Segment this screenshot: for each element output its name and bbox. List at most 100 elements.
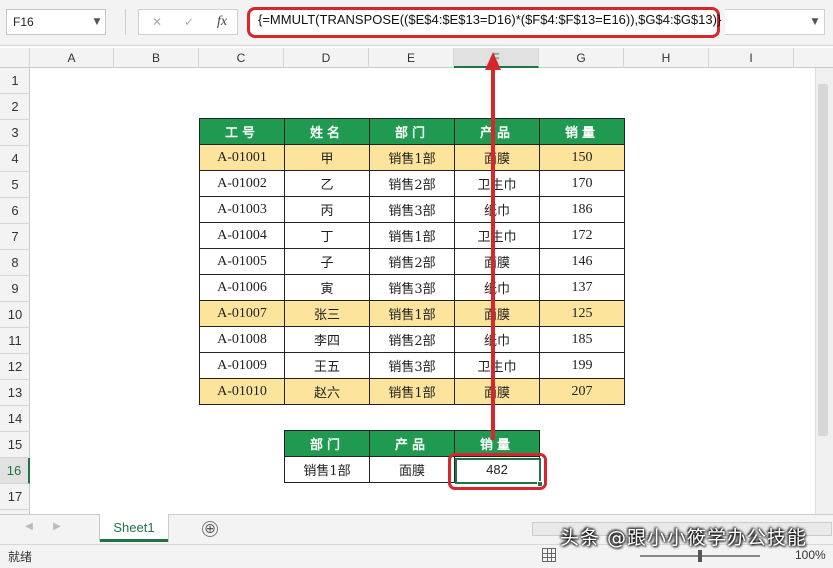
row-header-8[interactable]: 8 — [0, 250, 30, 276]
column-header-b[interactable]: B — [114, 48, 199, 68]
cell-dept[interactable]: 销售1部 — [369, 222, 455, 249]
scroll-tabs-right-icon[interactable]: ▶ — [50, 520, 64, 534]
cell-product[interactable]: 纸巾 — [454, 196, 540, 223]
cell-product[interactable]: 面膜 — [454, 300, 540, 327]
row-header-11[interactable]: 11 — [0, 328, 30, 354]
sheet-tab-sheet1[interactable]: Sheet1 — [100, 514, 168, 542]
row-header-15[interactable]: 15 — [0, 432, 30, 458]
cell-name[interactable]: 赵六 — [284, 378, 370, 405]
row-header-6[interactable]: 6 — [0, 198, 30, 224]
row-header-5[interactable]: 5 — [0, 172, 30, 198]
lookup-cell-product[interactable]: 面膜 — [369, 456, 455, 483]
cell-id[interactable]: A-01003 — [199, 196, 285, 223]
row-header-17[interactable]: 17 — [0, 484, 30, 510]
formula-input[interactable]: {=MMULT(TRANSPOSE(($E$4:$E$13=D16)*($F$4… — [258, 12, 721, 27]
cell-name[interactable]: 丙 — [284, 196, 370, 223]
cell-name[interactable]: 李四 — [284, 326, 370, 353]
row-header-4[interactable]: 4 — [0, 146, 30, 172]
row-header-13[interactable]: 13 — [0, 380, 30, 406]
cell-product[interactable]: 纸巾 — [454, 274, 540, 301]
header-cell-dept[interactable]: 部门 — [369, 118, 455, 145]
cell-dept[interactable]: 销售2部 — [369, 326, 455, 353]
row-header-14[interactable]: 14 — [0, 406, 30, 432]
cell-product[interactable]: 卫生巾 — [454, 222, 540, 249]
cell-id[interactable]: A-01010 — [199, 378, 285, 405]
cell-id[interactable]: A-01008 — [199, 326, 285, 353]
cell-name[interactable]: 丁 — [284, 222, 370, 249]
cell-sales[interactable]: 199 — [539, 352, 625, 379]
cell-sales[interactable]: 137 — [539, 274, 625, 301]
cell-id[interactable]: A-01009 — [199, 352, 285, 379]
cell-sales[interactable]: 125 — [539, 300, 625, 327]
name-box-dropdown-icon[interactable]: ▼ — [88, 9, 106, 35]
column-header-i[interactable]: I — [709, 48, 794, 68]
header-cell-product[interactable]: 产品 — [454, 118, 540, 145]
header-cell-id[interactable]: 工号 — [199, 118, 285, 145]
cell-product[interactable]: 纸巾 — [454, 326, 540, 353]
cell-id[interactable]: A-01006 — [199, 274, 285, 301]
cancel-icon[interactable]: ✕ — [147, 10, 167, 34]
row-header-10[interactable]: 10 — [0, 302, 30, 328]
header-cell-sales[interactable]: 销量 — [539, 118, 625, 145]
enter-icon[interactable]: ✓ — [179, 10, 199, 34]
row-header-1[interactable]: 1 — [0, 68, 30, 94]
watermark-text: 头条 @跟小小筱学办公技能 — [560, 527, 808, 549]
cell-sales[interactable]: 186 — [539, 196, 625, 223]
column-header-c[interactable]: C — [199, 48, 284, 68]
cell-name[interactable]: 子 — [284, 248, 370, 275]
cell-name[interactable]: 张三 — [284, 300, 370, 327]
zoom-slider-thumb[interactable] — [698, 550, 702, 562]
cell-name[interactable]: 甲 — [284, 144, 370, 171]
cell-id[interactable]: A-01001 — [199, 144, 285, 171]
row-header-9[interactable]: 9 — [0, 276, 30, 302]
cell-dept[interactable]: 销售1部 — [369, 144, 455, 171]
row-header-3[interactable]: 3 — [0, 120, 30, 146]
cell-name[interactable]: 王五 — [284, 352, 370, 379]
cell-sales[interactable]: 150 — [539, 144, 625, 171]
zoom-level[interactable]: 100% — [795, 548, 826, 562]
row-header-12[interactable]: 12 — [0, 354, 30, 380]
insert-function-icon[interactable]: fx — [211, 10, 233, 34]
vertical-scroll-thumb[interactable] — [818, 84, 828, 436]
row-header-7[interactable]: 7 — [0, 224, 30, 250]
column-header-g[interactable]: G — [539, 48, 624, 68]
column-header-d[interactable]: D — [284, 48, 369, 68]
cell-sales[interactable]: 170 — [539, 170, 625, 197]
cell-id[interactable]: A-01005 — [199, 248, 285, 275]
header-cell-name[interactable]: 姓名 — [284, 118, 370, 145]
column-header-e[interactable]: E — [369, 48, 454, 68]
cell-sales[interactable]: 146 — [539, 248, 625, 275]
cell-dept[interactable]: 销售3部 — [369, 352, 455, 379]
cell-dept[interactable]: 销售3部 — [369, 274, 455, 301]
lookup-header-product[interactable]: 产品 — [369, 430, 455, 457]
column-header-a[interactable]: A — [30, 48, 114, 68]
cell-dept[interactable]: 销售2部 — [369, 170, 455, 197]
cell-dept[interactable]: 销售1部 — [369, 378, 455, 405]
normal-view-icon[interactable] — [542, 548, 556, 562]
cell-product[interactable]: 面膜 — [454, 248, 540, 275]
cell-name[interactable]: 乙 — [284, 170, 370, 197]
scroll-tabs-left-icon[interactable]: ◀ — [22, 520, 36, 534]
cell-product[interactable]: 卫生巾 — [454, 352, 540, 379]
cell-product[interactable]: 面膜 — [454, 144, 540, 171]
cell-sales[interactable]: 207 — [539, 378, 625, 405]
cell-product[interactable]: 面膜 — [454, 378, 540, 405]
cell-id[interactable]: A-01004 — [199, 222, 285, 249]
cell-sales[interactable]: 185 — [539, 326, 625, 353]
expand-formula-bar-icon[interactable]: ▼ — [805, 9, 825, 35]
cell-id[interactable]: A-01007 — [199, 300, 285, 327]
cell-dept[interactable]: 销售2部 — [369, 248, 455, 275]
cell-product[interactable]: 卫生巾 — [454, 170, 540, 197]
add-sheet-icon[interactable]: ⊕ — [202, 521, 218, 537]
lookup-header-dept[interactable]: 部门 — [284, 430, 370, 457]
lookup-cell-dept[interactable]: 销售1部 — [284, 456, 370, 483]
row-header-2[interactable]: 2 — [0, 94, 30, 120]
cell-dept[interactable]: 销售1部 — [369, 300, 455, 327]
cell-id[interactable]: A-01002 — [199, 170, 285, 197]
column-header-h[interactable]: H — [624, 48, 709, 68]
select-all-corner[interactable] — [0, 48, 30, 68]
row-header-16[interactable]: 16 — [0, 458, 30, 484]
cell-sales[interactable]: 172 — [539, 222, 625, 249]
cell-dept[interactable]: 销售3部 — [369, 196, 455, 223]
cell-name[interactable]: 寅 — [284, 274, 370, 301]
